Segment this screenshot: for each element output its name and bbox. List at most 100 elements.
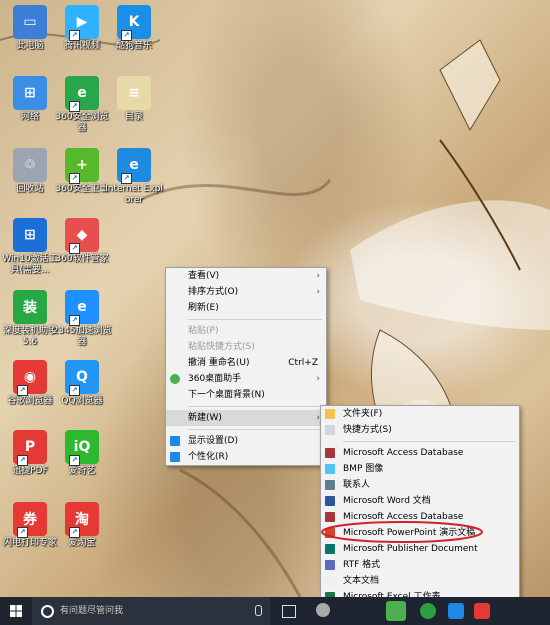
menu-item[interactable]: 联系人 <box>321 477 519 493</box>
shortcut-arrow-icon: ↗ <box>69 527 80 538</box>
menu-item[interactable]: 360桌面助手 › <box>166 371 326 387</box>
taskbar-app-2[interactable] <box>448 603 464 619</box>
desktop-icon[interactable]: e ↗ Internet Explorer <box>104 148 164 206</box>
desktop-icon[interactable]: P ↗ 迅捷PDF <box>0 430 60 477</box>
menu-item[interactable]: Microsoft Publisher Document <box>321 541 519 557</box>
windows-start-icon <box>10 605 22 617</box>
start-button[interactable] <box>0 597 32 625</box>
menu-item[interactable]: BMP 图像 <box>321 461 519 477</box>
task-view-icon[interactable] <box>282 605 296 618</box>
music-icon: K ↗ <box>117 5 151 41</box>
menu-item-label: 下一个桌面背景(N) <box>188 390 265 400</box>
computer-icon: ▭ <box>13 5 47 39</box>
desktop-icon[interactable]: e ↗ 2345加速浏览器 <box>52 290 112 348</box>
desktop-icon[interactable]: 券 ↗ 闪电打印专家 <box>0 502 60 549</box>
desktop-icon-label: 360安全卫士 <box>55 184 109 194</box>
desktop-icon[interactable]: ▶ ↗ 腾讯视频 <box>52 5 112 52</box>
taskbar-app-3[interactable] <box>474 603 490 619</box>
menu-item-label: 显示设置(D) <box>188 436 238 446</box>
desktop-icon-label: Internet Explorer <box>105 184 163 205</box>
menu-item[interactable]: 快捷方式(S) <box>321 422 519 438</box>
desktop-icon-label: 爱奇艺 <box>68 466 96 476</box>
menu-item[interactable]: RTF 格式 <box>321 557 519 573</box>
menu-item[interactable]: 显示设置(D) <box>166 433 326 449</box>
software-manager-icon: ◆ ↗ <box>65 218 99 254</box>
menu-item-label: Microsoft Publisher Document <box>343 544 478 554</box>
desktop-icon[interactable]: Q ↗ QQ浏览器 <box>52 360 112 407</box>
desktop-icon[interactable]: ≡ 目录 <box>104 76 164 123</box>
qq-browser-icon: Q ↗ <box>65 360 99 396</box>
recycle-bin-icon: ♲ <box>13 148 47 182</box>
menu-item[interactable]: 查看(V) › <box>166 268 326 284</box>
menu-item-label: 文件夹(F) <box>343 409 383 419</box>
menu-item-label: 查看(V) <box>188 271 220 281</box>
folder-icon <box>325 409 335 419</box>
menu-item: 粘贴(P) <box>166 323 326 339</box>
shortcut-arrow-icon: ↗ <box>69 243 80 254</box>
menu-item[interactable]: 文件夹(F) <box>321 406 519 422</box>
desktop-icon-label: 闪电打印专家 <box>2 538 57 548</box>
installer-icon: 装 <box>13 290 47 324</box>
shortcut-arrow-icon: ↗ <box>69 101 80 112</box>
bmp-icon <box>325 464 335 474</box>
menu-item[interactable]: 新建(W) › <box>166 410 326 426</box>
shortcut-arrow-icon: ↗ <box>17 385 28 396</box>
desktop-icon[interactable]: ▭ 此电脑 <box>0 5 60 52</box>
microphone-icon[interactable] <box>255 605 262 616</box>
browser-icon: e ↗ <box>65 76 99 112</box>
desktop-icon-label: 爱淘宝 <box>68 538 96 548</box>
search-box[interactable]: 有问题尽管问我 <box>32 597 270 625</box>
submenu-arrow-icon: › <box>316 271 320 281</box>
desktop-icon[interactable]: K ↗ 酷狗音乐 <box>104 5 164 52</box>
desktop-icon[interactable]: ♲ 回收站 <box>0 148 60 195</box>
menu-item-label: 粘贴(P) <box>188 326 219 336</box>
desktop-icon-label: 网络 <box>20 112 39 122</box>
menu-item-label: 刷新(E) <box>188 303 219 313</box>
desktop-icon[interactable]: iQ ↗ 爱奇艺 <box>52 430 112 477</box>
contact-icon <box>325 480 335 490</box>
menu-item[interactable]: 刷新(E) <box>166 300 326 316</box>
desktop-icon[interactable]: ◉ ↗ 谷歌浏览器 <box>0 360 60 407</box>
browser-2345-icon: e ↗ <box>65 290 99 326</box>
menu-item[interactable]: Microsoft Word 文档 <box>321 493 519 509</box>
menu-item-label: 新建(W) <box>188 413 222 423</box>
menu-item[interactable]: 文本文档 <box>321 573 519 589</box>
menu-item[interactable]: 个性化(R) <box>166 449 326 465</box>
desktop-icon[interactable]: e ↗ 360安全浏览器 <box>52 76 112 134</box>
ie-icon: e ↗ <box>117 148 151 184</box>
desktop-icon-label: QQ浏览器 <box>61 396 103 406</box>
desktop-icon[interactable]: ◆ ↗ 360软件管家 <box>52 218 112 265</box>
network-icon: ⊞ <box>13 76 47 110</box>
shortcut-arrow-icon: ↗ <box>17 527 28 538</box>
taskbar-app-active[interactable] <box>386 601 406 621</box>
menu-item-label: 个性化(R) <box>188 452 229 462</box>
taskbar-app-green[interactable] <box>420 603 436 619</box>
menu-separator <box>188 406 322 407</box>
desktop-icon-label: 2345加速浏览器 <box>52 326 112 347</box>
chrome-icon: ◉ ↗ <box>13 360 47 396</box>
taskbar-app-icon[interactable] <box>316 603 330 617</box>
menu-item[interactable]: 下一个桌面背景(N) <box>166 387 326 403</box>
taskbar: 有问题尽管问我 <box>0 597 550 625</box>
desktop-icon[interactable]: ⊞ 网络 <box>0 76 60 123</box>
menu-item[interactable]: Microsoft Access Database <box>321 445 519 461</box>
menu-item[interactable]: Microsoft Access Database <box>321 509 519 525</box>
menu-item-label: 粘贴快捷方式(S) <box>188 342 255 352</box>
menu-item[interactable]: 排序方式(O) › <box>166 284 326 300</box>
new-submenu: 文件夹(F) 快捷方式(S) Microsoft Access Database BM… <box>320 405 520 606</box>
shortcut-arrow-icon: ↗ <box>121 173 132 184</box>
shortcut-arrow-icon: ↗ <box>121 30 132 41</box>
menu-separator <box>188 429 322 430</box>
desktop-icon[interactable]: + ↗ 360安全卫士 <box>52 148 112 195</box>
desktop-icon-label: 腾讯视频 <box>63 41 100 51</box>
desktop-icon[interactable]: 装深度装机助手5.6 <box>0 290 60 348</box>
desktop-icon[interactable]: ⊞ Win10激活工具(需要... <box>0 218 60 276</box>
menu-item-label: Microsoft Access Database <box>343 512 464 522</box>
video-icon: ▶ ↗ <box>65 5 99 41</box>
pdf-icon: P ↗ <box>13 430 47 466</box>
shortcut-arrow-icon: ↗ <box>69 173 80 184</box>
menu-item[interactable]: Microsoft PowerPoint 演示文稿 <box>321 525 519 541</box>
menu-item[interactable]: 撤消 重命名(U) Ctrl+Z <box>166 355 326 371</box>
desktop-icon[interactable]: 淘 ↗ 爱淘宝 <box>52 502 112 549</box>
menu-item-shortcut: Ctrl+Z <box>288 358 318 368</box>
